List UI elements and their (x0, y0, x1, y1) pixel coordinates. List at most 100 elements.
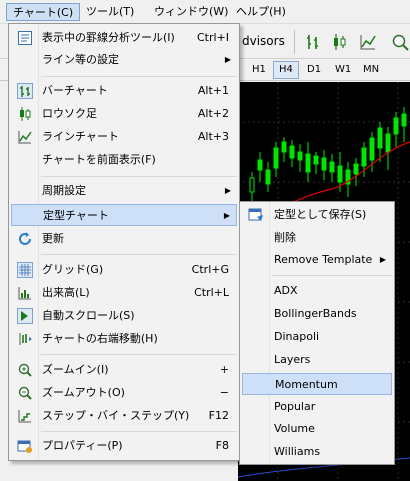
menu-item-label: 定型チャート (43, 209, 109, 222)
submenu-arrow-icon: ▶ (379, 255, 386, 264)
menu-item-label: ズームイン(I) (42, 363, 109, 376)
menu-item-label: ズームアウト(O) (42, 386, 125, 399)
menu-separator (41, 354, 237, 355)
menu-help[interactable]: ヘルプ(H) (230, 3, 292, 21)
submenu-arrow-icon: ▶ (224, 186, 231, 195)
menu-item-label: BollingerBands (274, 307, 357, 320)
menu-item-shortcut: − (219, 386, 229, 399)
menu-item-line-chart[interactable]: ラインチャート Alt+3 (11, 126, 237, 148)
menu-item-label: Momentum (275, 378, 338, 391)
menu-item-label: Popular (274, 400, 316, 413)
template-item-layers[interactable]: Layers (242, 349, 392, 371)
expert-advisors-button[interactable]: dvisors (238, 32, 289, 52)
menu-item-label: チャートの右端移動(H) (42, 332, 158, 345)
candlestick-icon (17, 106, 33, 122)
submenu-arrow-icon: ▶ (223, 211, 230, 220)
menu-item-auto-scroll[interactable]: 自動スクロール(S) (11, 305, 237, 327)
toolbar-zoom-in-icon[interactable] (390, 32, 410, 52)
properties-icon (17, 438, 33, 454)
submenu-arrow-icon: ▶ (224, 55, 231, 64)
menu-chart[interactable]: チャート(C) (6, 3, 81, 21)
menu-item-template[interactable]: 定型チャート ▶ (11, 204, 237, 226)
menu-separator (41, 76, 237, 77)
timeframe-h4[interactable]: H4 (273, 61, 299, 79)
template-item-adx[interactable]: ADX (242, 280, 392, 302)
line-chart-icon (17, 129, 33, 145)
chart-menu: 表示中の罫線分析ツール(I) Ctrl+I ライン等の設定 ▶ バーチャート A… (8, 23, 240, 461)
menu-item-label: 更新 (42, 232, 64, 245)
menu-item-refresh[interactable]: 更新 (11, 228, 237, 250)
menu-item-remove-template[interactable]: Remove Template ▶ (242, 249, 392, 271)
menu-item-label: Williams (274, 445, 321, 458)
save-template-icon (248, 207, 264, 223)
step-icon (17, 408, 33, 424)
menu-item-periodicity[interactable]: 周期設定 ▶ (11, 180, 237, 202)
menu-item-label: 出来高(L) (42, 286, 90, 299)
menu-window[interactable]: ウィンドウ(W) (148, 3, 234, 21)
template-item-bollingerbands[interactable]: BollingerBands (242, 303, 392, 325)
template-item-popular[interactable]: Popular (242, 396, 392, 418)
menu-item-label: ラインチャート (42, 130, 119, 143)
menu-item-properties[interactable]: プロパティー(P) F8 (11, 435, 237, 457)
menu-item-shortcut: F12 (208, 409, 229, 422)
menu-separator (41, 431, 237, 432)
expert-advisors-label: dvisors (242, 34, 285, 48)
template-item-dinapoli[interactable]: Dinapoli (242, 326, 392, 348)
menu-item-grid[interactable]: グリッド(G) Ctrl+G (11, 259, 237, 281)
menu-item-delete-template[interactable]: 削除 (242, 227, 392, 249)
menu-item-line-settings[interactable]: ライン等の設定 ▶ (11, 49, 237, 71)
menu-item-shortcut: Alt+3 (197, 130, 229, 143)
menu-item-label: ステップ・バイ・ステップ(Y) (42, 409, 190, 422)
timeframe-d1[interactable]: D1 (301, 61, 327, 79)
menu-item-bar-chart[interactable]: バーチャート Alt+1 (11, 80, 237, 102)
menu-item-shortcut: + (219, 363, 229, 376)
menu-item-label: 表示中の罫線分析ツール(I) (42, 31, 175, 44)
menu-item-shortcut: Ctrl+G (191, 263, 229, 276)
toolbar-bar-chart-icon[interactable] (304, 32, 324, 52)
menu-separator (41, 254, 237, 255)
menu-item-label: Remove Template (274, 253, 373, 266)
timeframe-mn[interactable]: MN (357, 61, 385, 79)
menu-item-label: 削除 (274, 231, 296, 244)
menu-item-label: バーチャート (42, 84, 108, 97)
volume-icon (17, 285, 33, 301)
auto-scroll-icon (17, 308, 33, 324)
menu-tools[interactable]: ツール(T) (80, 3, 140, 21)
menu-item-label: グリッド(G) (42, 263, 104, 276)
menu-item-zoom-out[interactable]: ズームアウト(O) − (11, 382, 237, 404)
menu-item-label: 周期設定 (42, 184, 86, 197)
menu-item-label: Dinapoli (274, 330, 320, 343)
template-item-momentum[interactable]: Momentum (242, 373, 392, 395)
menu-item-zoom-in[interactable]: ズームイン(I) + (11, 359, 237, 381)
menu-item-volumes[interactable]: 出来高(L) Ctrl+L (11, 282, 237, 304)
menu-separator (272, 275, 392, 276)
template-item-williams[interactable]: Williams (242, 441, 392, 463)
menu-item-label: ライン等の設定 (42, 53, 119, 66)
menu-item-chart-foreground[interactable]: チャートを前面表示(F) (11, 149, 237, 171)
menu-item-shortcut: Alt+2 (197, 107, 229, 120)
menu-item-label: ロウソク足 (42, 107, 97, 120)
toolbar-line-chart-icon[interactable] (358, 32, 378, 52)
menu-item-label: 定型として保存(S) (274, 208, 367, 221)
timeframe-h1[interactable]: H1 (246, 61, 272, 79)
refresh-icon (17, 231, 33, 247)
timeframe-w1[interactable]: W1 (329, 61, 357, 79)
menu-item-shortcut: F8 (215, 439, 229, 452)
menu-item-objects-list[interactable]: 表示中の罫線分析ツール(I) Ctrl+I (11, 27, 237, 49)
template-item-volume[interactable]: Volume (242, 418, 392, 440)
menu-item-chart-shift[interactable]: チャートの右端移動(H) (11, 328, 237, 350)
menu-item-shortcut: Ctrl+I (196, 31, 229, 44)
menu-item-label: Layers (274, 353, 311, 366)
menu-item-label: Volume (274, 422, 315, 435)
grid-icon (17, 262, 33, 278)
menu-item-shortcut: Alt+1 (197, 84, 229, 97)
menu-bar: チャート(C) ツール(T) ウィンドウ(W) ヘルプ(H) (0, 0, 410, 24)
toolbar-divider (294, 30, 295, 54)
menu-item-label: 自動スクロール(S) (42, 309, 135, 322)
toolbar-candlestick-icon[interactable] (330, 32, 350, 52)
template-submenu: 定型として保存(S) 削除 Remove Template ▶ ADX Boll… (239, 201, 395, 465)
menu-item-save-template[interactable]: 定型として保存(S) (242, 204, 392, 226)
menu-item-candlesticks[interactable]: ロウソク足 Alt+2 (11, 103, 237, 125)
menu-item-shortcut: Ctrl+L (194, 286, 229, 299)
menu-item-step-by-step[interactable]: ステップ・バイ・ステップ(Y) F12 (11, 405, 237, 427)
